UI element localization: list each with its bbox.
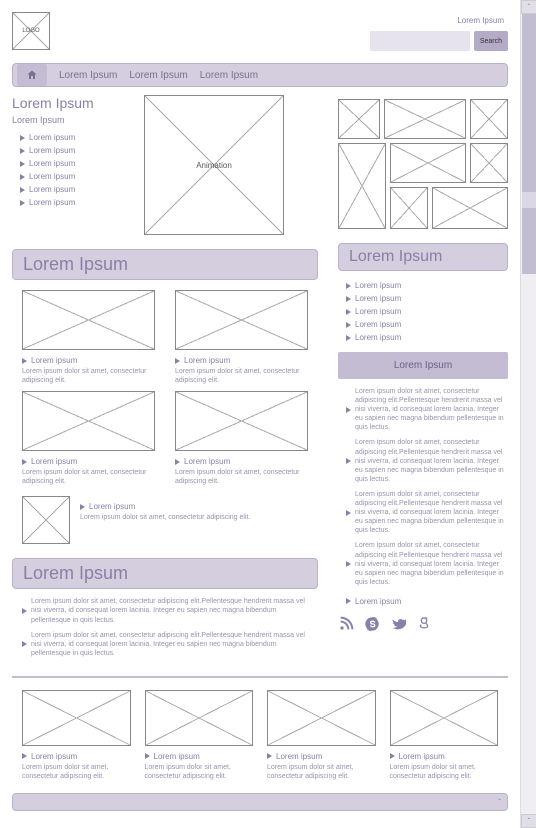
thumbnail-gallery xyxy=(338,99,508,229)
image-placeholder xyxy=(175,391,308,451)
card: Lorem ipsum Lorem ipsum dolor sit amet, … xyxy=(175,391,308,486)
scroll-down-button[interactable]: ˇ xyxy=(521,814,536,828)
image-placeholder xyxy=(22,290,155,350)
card: Lorem ipsum Lorem ipsum dolor sit amet, … xyxy=(22,290,155,385)
hero-title: Lorem Ipsum xyxy=(12,95,132,111)
bullet-icon xyxy=(346,510,351,516)
bullet-icon xyxy=(346,458,351,464)
google-icon[interactable] xyxy=(416,616,432,637)
hero-bullet-list: Lorem ipsum Lorem ipsum Lorem ipsum Lore… xyxy=(12,133,132,207)
nav-item-1[interactable]: Lorem Ipsum xyxy=(59,70,117,81)
bullet-icon xyxy=(346,407,351,413)
home-button[interactable] xyxy=(17,64,47,86)
bullet-icon xyxy=(346,309,351,315)
search-input[interactable] xyxy=(370,31,470,51)
divider xyxy=(12,676,508,678)
nav-item-2[interactable]: Lorem Ipsum xyxy=(129,70,187,81)
bullet-icon xyxy=(346,296,351,302)
bullet-icon xyxy=(175,358,180,364)
image-placeholder xyxy=(175,290,308,350)
skype-icon[interactable] xyxy=(364,616,380,637)
scroll-up-button[interactable]: ˆ xyxy=(521,0,536,14)
bullet-icon xyxy=(20,135,25,141)
image-placeholder xyxy=(22,391,155,451)
section-heading-1: Lorem Ipsum xyxy=(12,249,318,280)
rss-icon[interactable] xyxy=(338,616,354,637)
bullet-icon xyxy=(22,641,27,647)
card: Lorem ipsum Lorem ipsum dolor sit amet, … xyxy=(145,690,254,781)
image-placeholder xyxy=(390,187,428,229)
hero-subtitle: Lorem Ipsum xyxy=(12,115,132,125)
bullet-icon xyxy=(346,322,351,328)
image-placeholder xyxy=(390,690,499,746)
card: Lorem ipsum Lorem ipsum dolor sit amet, … xyxy=(175,290,308,385)
card: Lorem ipsum Lorem ipsum dolor sit amet, … xyxy=(267,690,376,781)
image-placeholder xyxy=(338,99,380,139)
scrollbar[interactable]: ˆ ˇ xyxy=(520,0,536,828)
right-bullet-list: Lorem ipsum Lorem ipsum Lorem ipsum Lore… xyxy=(338,281,508,342)
twitter-icon[interactable] xyxy=(390,616,406,637)
card: Lorem ipsum Lorem ipsum dolor sit amet, … xyxy=(22,690,131,781)
bullet-icon xyxy=(22,459,27,465)
text-list: Lorem ipsum dolor sit amet, consectetur … xyxy=(12,597,318,658)
bullet-icon xyxy=(145,753,150,759)
card: Lorem ipsum Lorem ipsum dolor sit amet, … xyxy=(390,690,499,781)
bullet-icon xyxy=(20,187,25,193)
logo[interactable]: LOGO xyxy=(12,12,50,50)
mini-card: Lorem ipsum Lorem ipsum dolor sit amet, … xyxy=(12,496,318,544)
header-link[interactable]: Lorem Ipsum xyxy=(370,16,504,25)
card: Lorem ipsum Lorem ipsum dolor sit amet, … xyxy=(22,391,155,486)
bullet-icon xyxy=(22,358,27,364)
image-placeholder xyxy=(267,690,376,746)
image-placeholder xyxy=(384,99,466,139)
right-heading: Lorem Ipsum xyxy=(338,243,508,271)
footer-bar[interactable]: ˆ xyxy=(12,793,508,811)
bullet-icon xyxy=(346,283,351,289)
bullet-icon xyxy=(175,459,180,465)
image-placeholder xyxy=(470,143,508,183)
image-placeholder xyxy=(22,690,131,746)
bullet-icon xyxy=(80,504,85,510)
bullet-icon xyxy=(346,598,351,604)
bullet-icon xyxy=(267,753,272,759)
bullet-icon xyxy=(20,148,25,154)
scrollbar-thumb[interactable] xyxy=(522,14,536,274)
image-placeholder xyxy=(22,496,70,544)
right-final: Lorem ipsum xyxy=(338,597,508,606)
image-placeholder xyxy=(145,690,254,746)
bullet-icon xyxy=(22,608,27,614)
bullet-icon xyxy=(346,335,351,341)
image-placeholder xyxy=(470,99,508,139)
section-heading-2: Lorem Ipsum xyxy=(12,558,318,589)
animation-placeholder: Animation xyxy=(144,95,284,235)
chevron-up-icon[interactable]: ˆ xyxy=(498,798,501,807)
bullet-icon xyxy=(20,200,25,206)
bullet-icon xyxy=(22,753,27,759)
image-placeholder xyxy=(390,143,466,183)
bullet-icon xyxy=(20,174,25,180)
right-text-list: Lorem ipsum dolor sit amet, consectetur … xyxy=(338,387,508,587)
search-button[interactable]: Search xyxy=(474,31,508,51)
home-icon xyxy=(26,69,38,81)
social-icons xyxy=(338,616,508,637)
scrollbar-grip[interactable] xyxy=(522,192,536,208)
box-heading: Lorem Ipsum xyxy=(338,352,508,379)
image-placeholder xyxy=(432,187,508,229)
nav-item-3[interactable]: Lorem Ipsum xyxy=(200,70,258,81)
bullet-icon xyxy=(20,161,25,167)
bullet-icon xyxy=(390,753,395,759)
main-nav: Lorem Ipsum Lorem Ipsum Lorem Ipsum xyxy=(12,63,508,87)
image-placeholder xyxy=(338,143,386,229)
bullet-icon xyxy=(346,561,351,567)
